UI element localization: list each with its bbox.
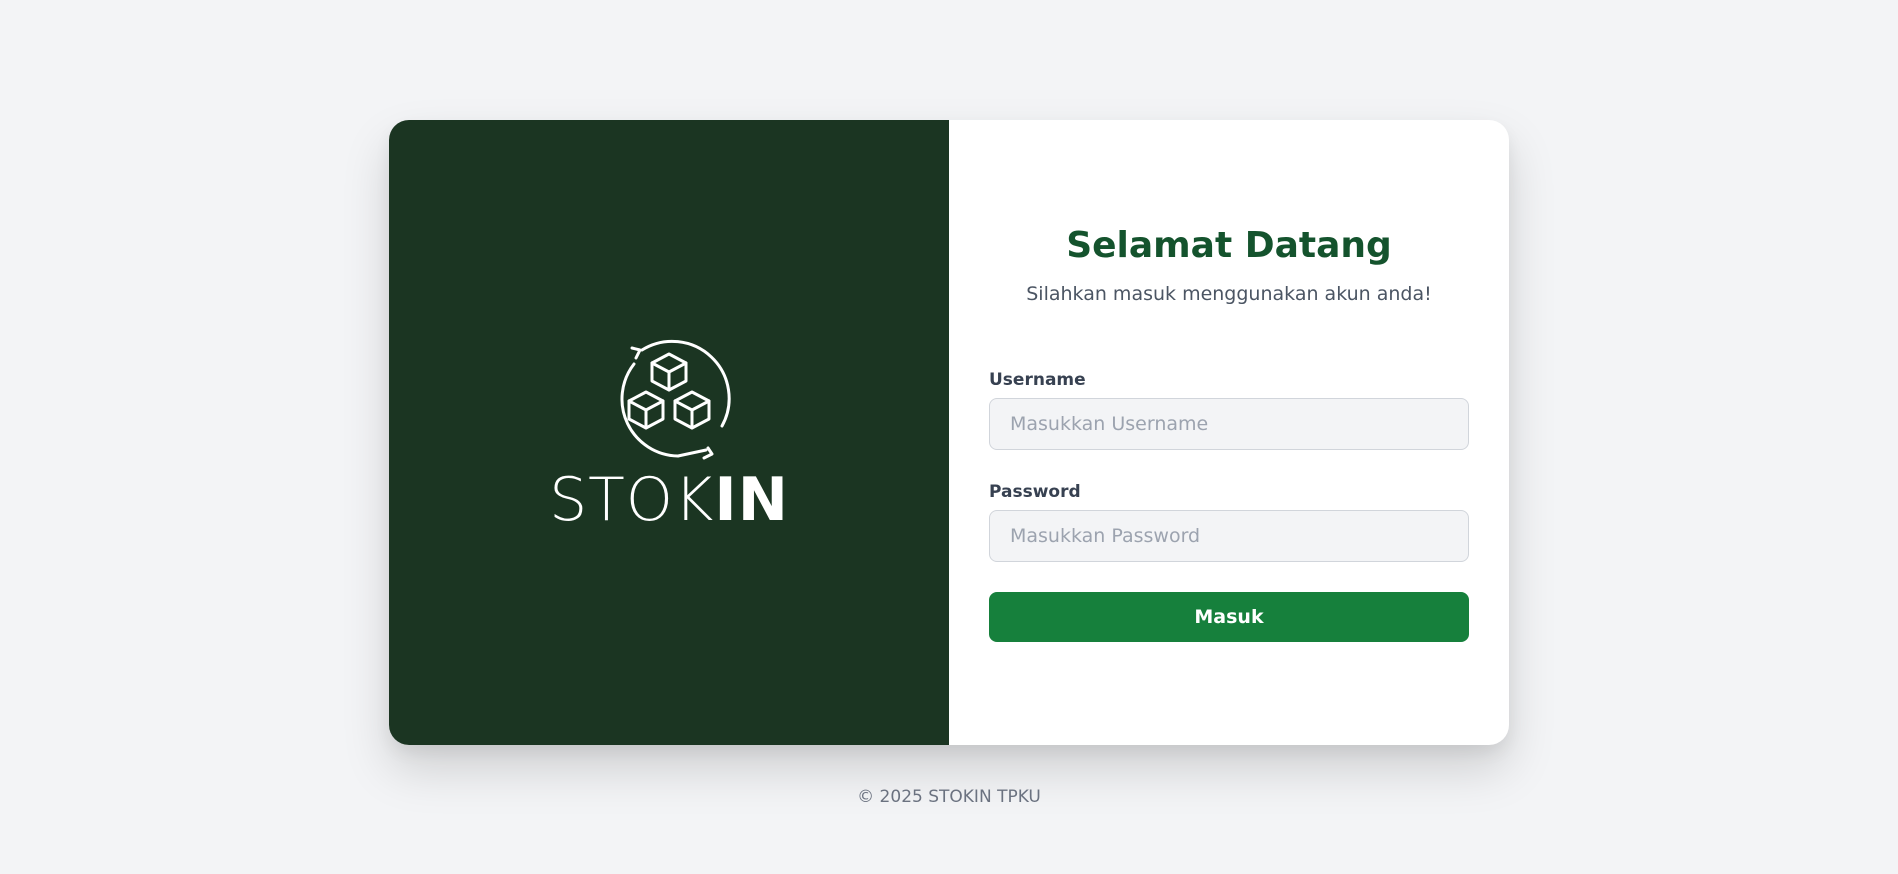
password-input[interactable]	[989, 510, 1469, 562]
login-card: STOK IN Selamat Datang Silahkan masuk men…	[389, 120, 1509, 745]
logo-light-text: STOK	[549, 464, 715, 535]
username-label: Username	[989, 370, 1086, 390]
password-label: Password	[989, 482, 1081, 502]
brand-panel: STOK IN	[389, 120, 949, 745]
welcome-subtitle: Silahkan masuk menggunakan akun anda!	[1026, 283, 1432, 305]
username-input[interactable]	[989, 398, 1469, 450]
logo-bold-text: IN	[714, 464, 789, 535]
brand-logo-text: STOK IN	[549, 470, 789, 530]
cubes-cycle-icon	[620, 339, 731, 459]
welcome-title: Selamat Datang	[1066, 225, 1392, 266]
login-button[interactable]: Masuk	[989, 592, 1469, 642]
login-form-panel: Selamat Datang Silahkan masuk menggunaka…	[949, 120, 1509, 745]
copyright-footer: © 2025 STOKIN TPKU	[857, 787, 1041, 807]
